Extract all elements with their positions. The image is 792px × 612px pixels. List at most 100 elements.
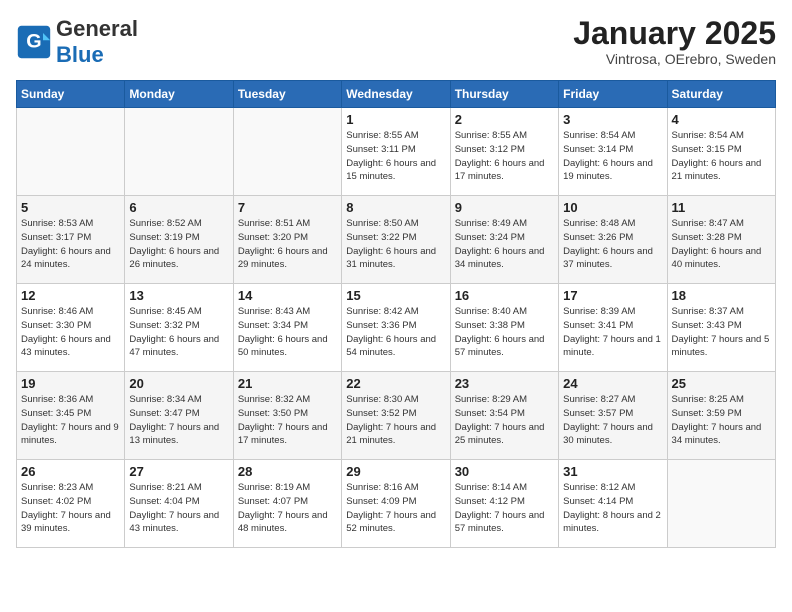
calendar-week-row: 26 Sunrise: 8:23 AM Sunset: 4:02 PM Dayli… bbox=[17, 460, 776, 548]
day-number: 12 bbox=[21, 288, 120, 303]
calendar-day-cell: 23Sunrise: 8:29 AM Sunset: 3:54 PM Dayli… bbox=[450, 372, 558, 460]
location-subtitle: Vintrosa, OErebro, Sweden bbox=[573, 51, 776, 67]
calendar-day-cell: 24 Sunrise: 8:27 AM Sunset: 3:57 PM Dayli… bbox=[559, 372, 667, 460]
calendar-week-row: 12 Sunrise: 8:46 AM Sunset: 3:30 PM Dayli… bbox=[17, 284, 776, 372]
day-number: 13 bbox=[129, 288, 228, 303]
day-info: Sunrise: 8:46 AM Sunset: 3:30 PM Dayligh… bbox=[21, 305, 120, 360]
day-number: 20 bbox=[129, 376, 228, 391]
calendar-day-cell: 26 Sunrise: 8:23 AM Sunset: 4:02 PM Dayli… bbox=[17, 460, 125, 548]
day-number: 28 bbox=[238, 464, 337, 479]
calendar-day-cell: 20 Sunrise: 8:34 AM Sunset: 3:47 PM Dayli… bbox=[125, 372, 233, 460]
calendar-day-cell: 22 Sunrise: 8:30 AM Sunset: 3:52 PM Dayli… bbox=[342, 372, 450, 460]
day-info: Sunrise: 8:16 AM Sunset: 4:09 PM Dayligh… bbox=[346, 481, 445, 536]
page-header: G General Blue January 2025 Vintrosa, OE… bbox=[16, 16, 776, 68]
weekday-header: Tuesday bbox=[233, 81, 341, 108]
calendar-day-cell bbox=[17, 108, 125, 196]
calendar-day-cell: 25 Sunrise: 8:25 AM Sunset: 3:59 PM Dayli… bbox=[667, 372, 775, 460]
calendar-day-cell: 9 Sunrise: 8:49 AM Sunset: 3:24 PM Daylig… bbox=[450, 196, 558, 284]
day-number: 23 bbox=[455, 376, 554, 391]
day-number: 26 bbox=[21, 464, 120, 479]
weekday-header: Monday bbox=[125, 81, 233, 108]
day-info: Sunrise: 8:23 AM Sunset: 4:02 PM Dayligh… bbox=[21, 481, 120, 536]
day-info: Sunrise: 8:30 AM Sunset: 3:52 PM Dayligh… bbox=[346, 393, 445, 448]
calendar-day-cell: 19 Sunrise: 8:36 AM Sunset: 3:45 PM Dayli… bbox=[17, 372, 125, 460]
day-info: Sunrise: 8:47 AM Sunset: 3:28 PM Dayligh… bbox=[672, 217, 771, 272]
calendar-week-row: 1Sunrise: 8:55 AM Sunset: 3:11 PM Daylig… bbox=[17, 108, 776, 196]
calendar-day-cell: 2 Sunrise: 8:55 AM Sunset: 3:12 PM Daylig… bbox=[450, 108, 558, 196]
day-info: Sunrise: 8:54 AM Sunset: 3:14 PM Dayligh… bbox=[563, 129, 662, 184]
day-number: 16 bbox=[455, 288, 554, 303]
weekday-header: Thursday bbox=[450, 81, 558, 108]
day-number: 5 bbox=[21, 200, 120, 215]
calendar-day-cell: 1Sunrise: 8:55 AM Sunset: 3:11 PM Daylig… bbox=[342, 108, 450, 196]
calendar-day-cell: 21 Sunrise: 8:32 AM Sunset: 3:50 PM Dayli… bbox=[233, 372, 341, 460]
day-number: 7 bbox=[238, 200, 337, 215]
calendar-day-cell bbox=[125, 108, 233, 196]
day-info: Sunrise: 8:19 AM Sunset: 4:07 PM Dayligh… bbox=[238, 481, 337, 536]
calendar-day-cell: 28 Sunrise: 8:19 AM Sunset: 4:07 PM Dayli… bbox=[233, 460, 341, 548]
day-number: 21 bbox=[238, 376, 337, 391]
calendar-day-cell bbox=[667, 460, 775, 548]
day-number: 30 bbox=[455, 464, 554, 479]
day-number: 25 bbox=[672, 376, 771, 391]
calendar-day-cell: 18 Sunrise: 8:37 AM Sunset: 3:43 PM Dayli… bbox=[667, 284, 775, 372]
day-info: Sunrise: 8:27 AM Sunset: 3:57 PM Dayligh… bbox=[563, 393, 662, 448]
calendar-day-cell: 29Sunrise: 8:16 AM Sunset: 4:09 PM Dayli… bbox=[342, 460, 450, 548]
day-info: Sunrise: 8:53 AM Sunset: 3:17 PM Dayligh… bbox=[21, 217, 120, 272]
day-info: Sunrise: 8:45 AM Sunset: 3:32 PM Dayligh… bbox=[129, 305, 228, 360]
weekday-header: Wednesday bbox=[342, 81, 450, 108]
day-number: 10 bbox=[563, 200, 662, 215]
logo: G General Blue bbox=[16, 16, 138, 68]
day-number: 14 bbox=[238, 288, 337, 303]
day-info: Sunrise: 8:25 AM Sunset: 3:59 PM Dayligh… bbox=[672, 393, 771, 448]
day-number: 15 bbox=[346, 288, 445, 303]
day-number: 24 bbox=[563, 376, 662, 391]
day-number: 4 bbox=[672, 112, 771, 127]
day-info: Sunrise: 8:49 AM Sunset: 3:24 PM Dayligh… bbox=[455, 217, 554, 272]
day-info: Sunrise: 8:42 AM Sunset: 3:36 PM Dayligh… bbox=[346, 305, 445, 360]
day-info: Sunrise: 8:34 AM Sunset: 3:47 PM Dayligh… bbox=[129, 393, 228, 448]
calendar-header: SundayMondayTuesdayWednesdayThursdayFrid… bbox=[17, 81, 776, 108]
day-number: 22 bbox=[346, 376, 445, 391]
day-number: 31 bbox=[563, 464, 662, 479]
calendar-day-cell: 13 Sunrise: 8:45 AM Sunset: 3:32 PM Dayli… bbox=[125, 284, 233, 372]
day-number: 8 bbox=[346, 200, 445, 215]
logo-general-text: General bbox=[56, 16, 138, 41]
day-number: 3 bbox=[563, 112, 662, 127]
calendar-day-cell: 3 Sunrise: 8:54 AM Sunset: 3:14 PM Daylig… bbox=[559, 108, 667, 196]
calendar-day-cell: 7Sunrise: 8:51 AM Sunset: 3:20 PM Daylig… bbox=[233, 196, 341, 284]
calendar-week-row: 5 Sunrise: 8:53 AM Sunset: 3:17 PM Daylig… bbox=[17, 196, 776, 284]
calendar-day-cell: 15 Sunrise: 8:42 AM Sunset: 3:36 PM Dayli… bbox=[342, 284, 450, 372]
calendar-day-cell: 27 Sunrise: 8:21 AM Sunset: 4:04 PM Dayli… bbox=[125, 460, 233, 548]
day-number: 9 bbox=[455, 200, 554, 215]
logo-icon: G bbox=[16, 24, 52, 60]
month-title: January 2025 bbox=[573, 16, 776, 51]
calendar-day-cell: 31Sunrise: 8:12 AM Sunset: 4:14 PM Dayli… bbox=[559, 460, 667, 548]
calendar-day-cell bbox=[233, 108, 341, 196]
weekday-header: Friday bbox=[559, 81, 667, 108]
day-info: Sunrise: 8:37 AM Sunset: 3:43 PM Dayligh… bbox=[672, 305, 771, 360]
calendar-day-cell: 12 Sunrise: 8:46 AM Sunset: 3:30 PM Dayli… bbox=[17, 284, 125, 372]
calendar-day-cell: 10Sunrise: 8:48 AM Sunset: 3:26 PM Dayli… bbox=[559, 196, 667, 284]
day-number: 19 bbox=[21, 376, 120, 391]
day-number: 18 bbox=[672, 288, 771, 303]
day-info: Sunrise: 8:21 AM Sunset: 4:04 PM Dayligh… bbox=[129, 481, 228, 536]
day-info: Sunrise: 8:52 AM Sunset: 3:19 PM Dayligh… bbox=[129, 217, 228, 272]
day-info: Sunrise: 8:55 AM Sunset: 3:12 PM Dayligh… bbox=[455, 129, 554, 184]
day-info: Sunrise: 8:32 AM Sunset: 3:50 PM Dayligh… bbox=[238, 393, 337, 448]
day-info: Sunrise: 8:36 AM Sunset: 3:45 PM Dayligh… bbox=[21, 393, 120, 448]
calendar-day-cell: 11Sunrise: 8:47 AM Sunset: 3:28 PM Dayli… bbox=[667, 196, 775, 284]
day-number: 2 bbox=[455, 112, 554, 127]
day-info: Sunrise: 8:40 AM Sunset: 3:38 PM Dayligh… bbox=[455, 305, 554, 360]
calendar-day-cell: 16 Sunrise: 8:40 AM Sunset: 3:38 PM Dayli… bbox=[450, 284, 558, 372]
day-number: 27 bbox=[129, 464, 228, 479]
svg-text:G: G bbox=[26, 30, 41, 52]
day-info: Sunrise: 8:39 AM Sunset: 3:41 PM Dayligh… bbox=[563, 305, 662, 360]
calendar-day-cell: 4Sunrise: 8:54 AM Sunset: 3:15 PM Daylig… bbox=[667, 108, 775, 196]
day-info: Sunrise: 8:50 AM Sunset: 3:22 PM Dayligh… bbox=[346, 217, 445, 272]
day-info: Sunrise: 8:43 AM Sunset: 3:34 PM Dayligh… bbox=[238, 305, 337, 360]
calendar-day-cell: 14 Sunrise: 8:43 AM Sunset: 3:34 PM Dayli… bbox=[233, 284, 341, 372]
weekday-header: Saturday bbox=[667, 81, 775, 108]
day-info: Sunrise: 8:14 AM Sunset: 4:12 PM Dayligh… bbox=[455, 481, 554, 536]
calendar-day-cell: 17Sunrise: 8:39 AM Sunset: 3:41 PM Dayli… bbox=[559, 284, 667, 372]
